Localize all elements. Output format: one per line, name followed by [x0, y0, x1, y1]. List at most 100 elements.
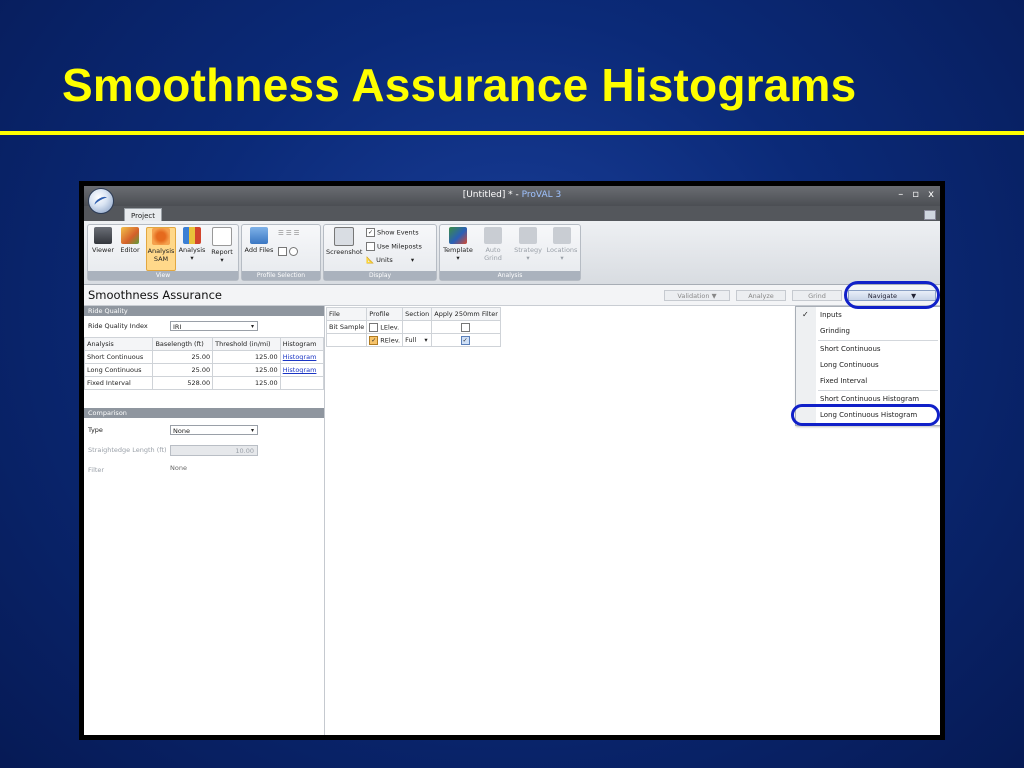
units-icon: 📐: [366, 256, 375, 264]
histogram-link[interactable]: Histogram: [279, 350, 325, 364]
restore-button[interactable]: ▫: [912, 189, 919, 200]
bar-chart-icon: [183, 227, 201, 244]
add-files-label: Add Files: [244, 246, 274, 254]
table-row: Long Continuous 25.00 125.00 Histogram: [84, 363, 325, 377]
display-group-label: Display: [324, 271, 436, 280]
straightedge-length-input[interactable]: 10.00: [170, 445, 258, 456]
analysis-sam-label-2: SAM: [153, 255, 169, 263]
window-title-prefix: [Untitled] * -: [462, 190, 522, 200]
filter-cell: ✓: [431, 333, 501, 347]
add-files-button[interactable]: Add Files: [244, 227, 274, 254]
units-label: Units: [376, 256, 393, 264]
menu-item-fixed-interval[interactable]: Fixed Interval: [820, 377, 867, 385]
ride-quality-table: Analysis Baselength (ft) Threshold (in/m…: [84, 337, 325, 390]
table-row: Fixed Interval 528.00 125.00: [84, 376, 325, 390]
report-icon: [212, 227, 232, 246]
strategy-label: Strategy: [514, 246, 542, 254]
window-titlebar: [Untitled] * - ProVAL 3 – ▫ x: [84, 186, 940, 206]
comparison-type-value: None: [173, 427, 190, 435]
column-header: Analysis: [84, 337, 154, 351]
report-button[interactable]: Report ▾: [209, 227, 235, 264]
page-title: Smoothness Assurance: [88, 288, 222, 302]
show-events-checkbox[interactable]: ✓: [366, 228, 375, 237]
validation-dropdown-arrow: ▼: [711, 292, 717, 300]
validation-button[interactable]: Validation ▼: [664, 290, 730, 301]
column-header: Profile: [366, 307, 404, 321]
help-icon[interactable]: [924, 210, 936, 220]
ride-quality-index-select[interactable]: IRI ▾: [170, 321, 258, 331]
baselength-cell[interactable]: 25.00: [152, 350, 214, 364]
minimize-button[interactable]: –: [898, 189, 903, 200]
menu-item-grinding[interactable]: Grinding: [820, 327, 850, 335]
filter-checkbox[interactable]: ✓: [460, 335, 470, 345]
analysis-label: Analysis: [178, 246, 206, 254]
locations-label: Locations: [546, 246, 578, 254]
use-mileposts-option[interactable]: Use Mileposts: [366, 242, 422, 251]
profile-checkbox[interactable]: [369, 322, 379, 332]
window-app-name: ProVAL 3: [521, 190, 562, 200]
histogram-cell: [279, 376, 325, 390]
align-icons[interactable]: ☰☰☰: [278, 229, 301, 237]
window-title: [Untitled] * - ProVAL 3: [84, 190, 940, 200]
profile-selection-label: Profile Selection: [242, 271, 320, 280]
ride-quality-header: Ride Quality: [84, 306, 324, 316]
straightedge-length-label: Straightedge Length (ft): [88, 446, 167, 454]
chevron-down-icon: ▾: [424, 336, 428, 344]
menu-item-short-continuous[interactable]: Short Continuous: [820, 345, 881, 353]
ride-quality-index-label: Ride Quality Index: [88, 322, 148, 330]
analysis-cell: Fixed Interval: [84, 376, 154, 390]
binoculars-icon: [94, 227, 112, 244]
auto-grind-label: Auto Grind: [484, 246, 502, 262]
analysis-sam-button[interactable]: Analysis SAM: [146, 227, 176, 271]
units-dropdown-arrow: ▾: [410, 256, 415, 264]
strategy-button[interactable]: Strategy ▾: [512, 227, 544, 262]
profile-checkbox[interactable]: ✓: [369, 335, 379, 345]
template-button[interactable]: Template ▾: [443, 227, 473, 262]
screenshot-label: Screenshot: [326, 248, 363, 256]
menu-item-long-continuous[interactable]: Long Continuous: [820, 361, 879, 369]
grind-button[interactable]: Grind: [792, 290, 842, 301]
section-cell[interactable]: [402, 320, 433, 334]
use-mileposts-checkbox[interactable]: [366, 242, 375, 251]
comparison-type-select[interactable]: None ▾: [170, 425, 258, 435]
menu-separator: [818, 390, 938, 391]
threshold-cell[interactable]: 125.00: [212, 350, 281, 364]
analysis-button[interactable]: Analysis ▾: [178, 227, 206, 262]
menu-item-inputs[interactable]: Inputs: [820, 311, 842, 319]
histogram-link[interactable]: Histogram: [279, 363, 325, 377]
column-header: Section: [402, 307, 433, 321]
locations-icon: [553, 227, 571, 244]
profile-toggle-icon[interactable]: [278, 247, 300, 256]
check-icon: ✓: [802, 310, 809, 319]
close-button[interactable]: x: [928, 189, 934, 200]
profile-label: LElev.: [380, 323, 400, 331]
app-menu-orb-icon[interactable]: [88, 188, 114, 214]
screenshot-button[interactable]: Screenshot: [326, 227, 362, 256]
checkbox-icon: [278, 247, 287, 256]
sam-puzzle-icon: [152, 228, 170, 245]
show-events-option[interactable]: ✓ Show Events: [366, 228, 419, 237]
report-label: Report: [211, 248, 233, 256]
ribbon: Viewer Editor Analysis SAM Analysis ▾ Repo…: [84, 221, 940, 285]
baselength-cell[interactable]: 528.00: [152, 376, 214, 390]
threshold-cell[interactable]: 125.00: [212, 363, 281, 377]
strategy-icon: [519, 227, 537, 244]
auto-grind-button[interactable]: Auto Grind: [476, 227, 510, 262]
analyze-button[interactable]: Analyze: [736, 290, 786, 301]
viewer-button[interactable]: Viewer: [91, 227, 115, 254]
section-value: Full: [405, 336, 417, 344]
threshold-cell[interactable]: 125.00: [212, 376, 281, 390]
column-header: Baselength (ft): [152, 337, 214, 351]
analysis-dropdown-arrow: ▾: [190, 254, 194, 262]
units-option[interactable]: 📐 Units ▾: [366, 256, 414, 264]
editor-button[interactable]: Editor: [118, 227, 142, 254]
section-select[interactable]: Full ▾: [402, 333, 433, 347]
baselength-cell[interactable]: 25.00: [152, 363, 214, 377]
proval-window: [Untitled] * - ProVAL 3 – ▫ x Project View…: [84, 186, 940, 735]
menu-item-short-continuous-histogram[interactable]: Short Continuous Histogram: [820, 395, 919, 403]
locations-button[interactable]: Locations ▾: [546, 227, 578, 262]
column-header: Threshold (in/mi): [212, 337, 281, 351]
template-label: Template: [443, 246, 473, 254]
filter-checkbox[interactable]: [460, 322, 470, 332]
chevron-down-icon: ▾: [250, 427, 254, 434]
